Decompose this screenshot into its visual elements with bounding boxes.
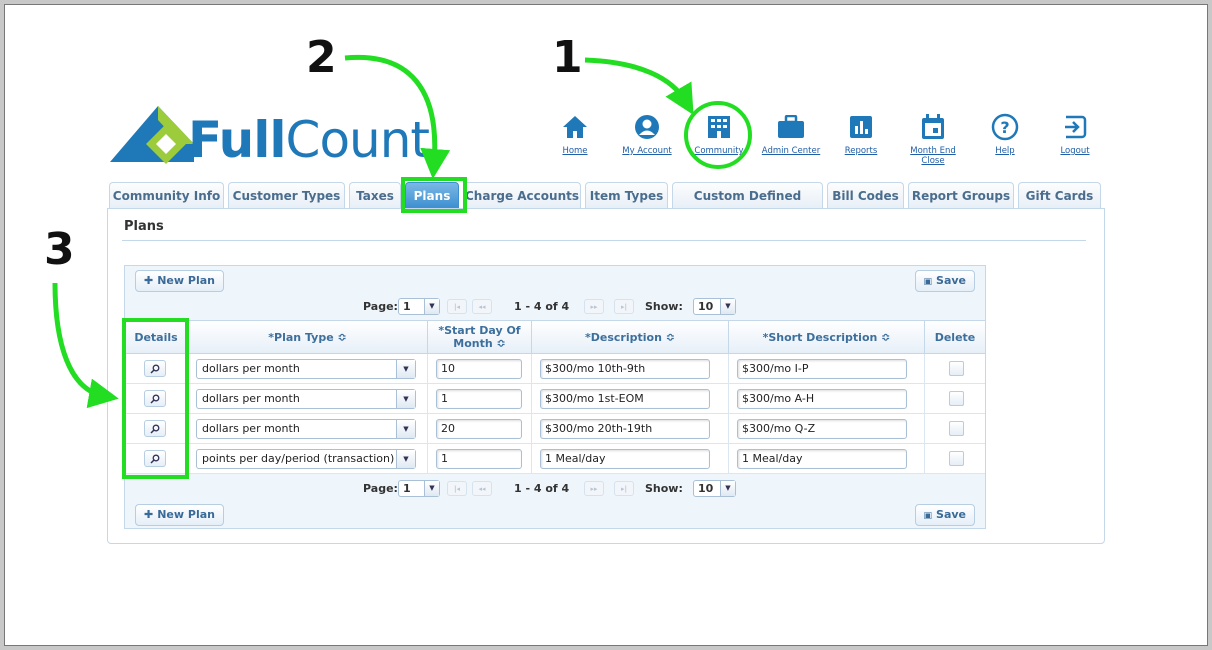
arrow-3 (52, 282, 119, 409)
annotation-arrows (52, 54, 694, 409)
arrow-2 (344, 54, 451, 179)
arrow-1 (584, 57, 694, 115)
